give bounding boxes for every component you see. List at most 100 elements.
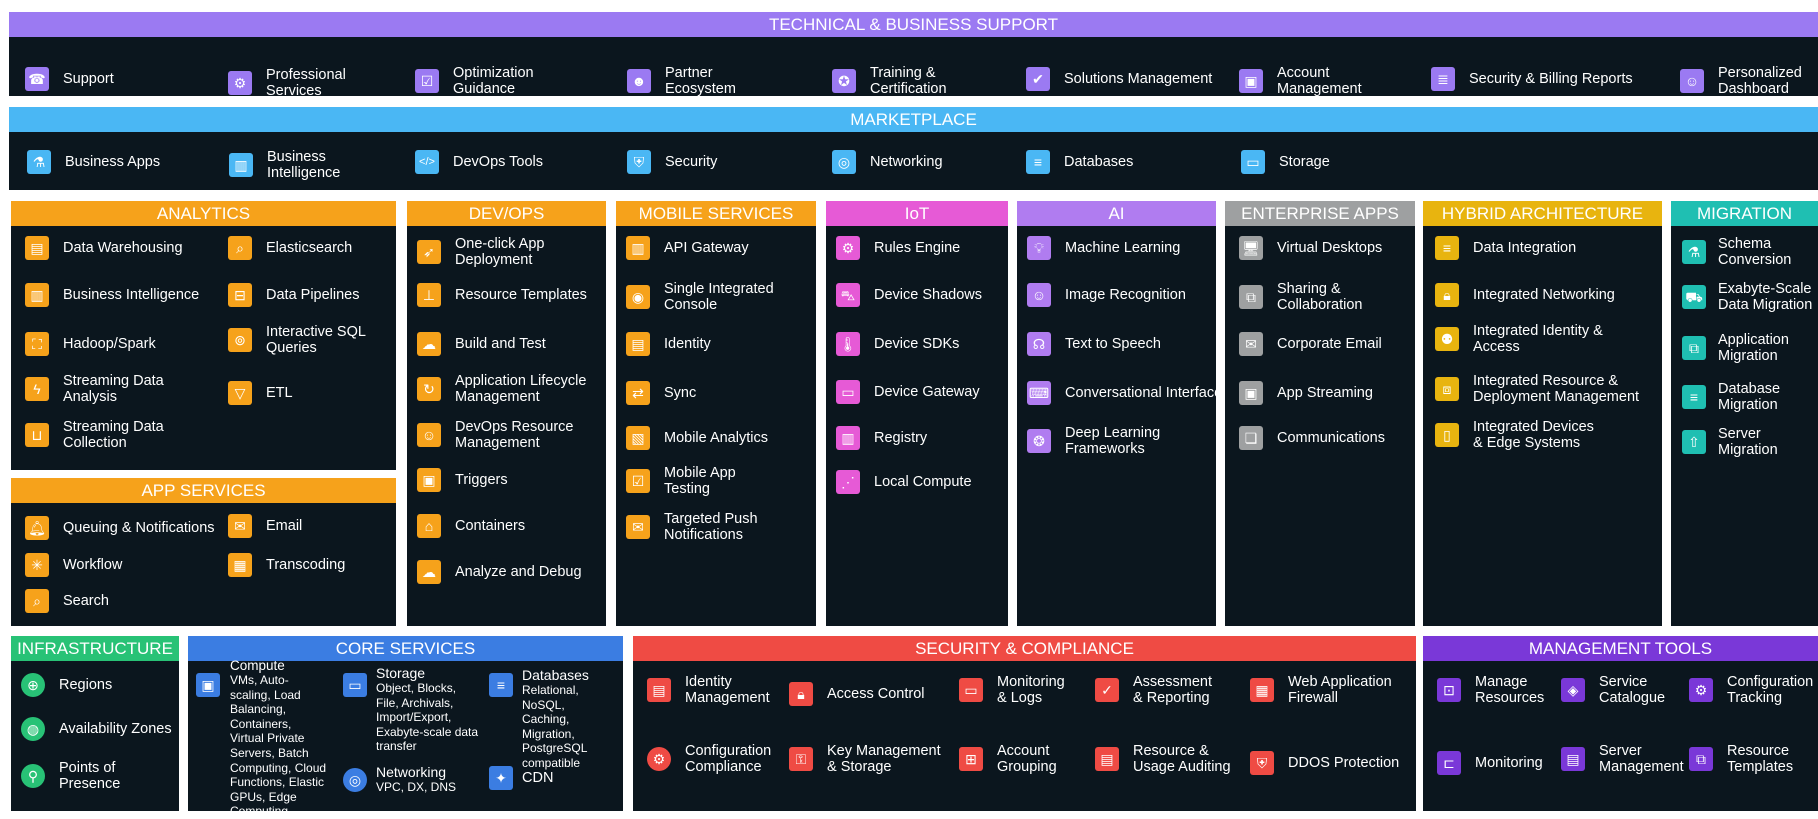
mgmt-item-server-management[interactable]: ▤ Server Management <box>1561 743 1684 775</box>
item-label: Application Lifecycle Management <box>455 373 587 405</box>
devops-item-lifecycle[interactable]: ↻ Application Lifecycle Management <box>417 373 586 405</box>
marketplace-item-devops-tools[interactable]: </> DevOps Tools <box>415 150 543 174</box>
sec-item-monitoring-logs[interactable]: ▭ Monitoring & Logs <box>959 674 1065 706</box>
analytics-item-streaming-collection[interactable]: ⊔ Streaming Data Collection <box>25 419 164 451</box>
marketplace-item-databases[interactable]: ≡ Databases <box>1026 150 1133 174</box>
infra-item-regions[interactable]: ⊕ Regions <box>21 673 112 697</box>
security-section: SECURITY & COMPLIANCE ▤ Identity Manageme… <box>633 636 1416 811</box>
migration-item-database[interactable]: ≡ Database Migration <box>1682 381 1780 413</box>
devops-item-build-test[interactable]: ☁ Build and Test <box>417 332 546 356</box>
mgmt-item-monitoring[interactable]: ⊏ Monitoring <box>1437 751 1543 775</box>
app-item-email[interactable]: ✉ Email <box>228 514 302 538</box>
sec-item-account-grouping[interactable]: ⊞ Account Grouping <box>959 743 1057 775</box>
support-item-security-billing-reports[interactable]: ≣ Security & Billing Reports <box>1431 67 1633 91</box>
app-item-search[interactable]: ⌕ Search <box>25 589 109 613</box>
support-item-account-management[interactable]: ▣ Account Management <box>1239 65 1362 97</box>
devops-item-one-click[interactable]: ➶ One-click App Deployment <box>417 236 544 268</box>
enterprise-item-app-streaming[interactable]: ▣ App Streaming <box>1239 381 1373 405</box>
analytics-item-hadoop-spark[interactable]: ⛶ Hadoop/Spark <box>25 332 156 356</box>
globe-icon: ⊕ <box>21 673 45 697</box>
mobile-item-testing[interactable]: ☑ Mobile App Testing <box>626 465 736 497</box>
devops-item-containers[interactable]: ⌂ Containers <box>417 514 525 538</box>
hybrid-item-data-integration[interactable]: ≡ Data Integration <box>1435 236 1576 260</box>
iot-item-registry[interactable]: ▥ Registry <box>836 426 927 450</box>
sec-item-waf[interactable]: ▦ Web Application Firewall <box>1250 674 1392 706</box>
support-item-label: Security & Billing Reports <box>1469 71 1633 87</box>
support-item-solutions-management[interactable]: ✔ Solutions Management <box>1026 67 1212 91</box>
core-item-cdn[interactable]: ✦ CDN <box>489 766 553 790</box>
analytics-item-streaming-analysis[interactable]: ϟ Streaming Data Analysis <box>25 373 164 405</box>
sec-item-config-compliance[interactable]: ⚙ Configuration Compliance <box>647 743 771 775</box>
enterprise-item-sharing[interactable]: ⧉ Sharing & Collaboration <box>1239 281 1362 313</box>
mgmt-item-manage-resources[interactable]: ⊡ Manage Resources <box>1437 674 1544 706</box>
marketplace-item-networking[interactable]: ◎ Networking <box>832 150 943 174</box>
ai-item-conversational[interactable]: ⌨ Conversational Interface <box>1027 381 1222 405</box>
analytics-item-interactive-sql[interactable]: ⊚ Interactive SQL Queries <box>228 324 366 356</box>
ai-item-image-recognition[interactable]: ☺ Image Recognition <box>1027 283 1186 307</box>
migration-item-server[interactable]: ⇧ Server Migration <box>1682 426 1778 458</box>
core-databases-desc: Relational, NoSQL, Caching, Migration, P… <box>522 683 588 770</box>
marketplace-item-business-apps[interactable]: ⚗ Business Apps <box>27 150 160 174</box>
migration-panel: ⚗ Schema Conversion ⛟ Exabyte-Scale Data M… <box>1671 226 1818 626</box>
mgmt-item-resource-templates[interactable]: ⧉ Resource Templates <box>1689 743 1793 775</box>
mgmt-item-service-catalogue[interactable]: ◈ Service Catalogue <box>1561 674 1665 706</box>
analytics-item-data-pipelines[interactable]: ⊟ Data Pipelines <box>228 283 360 307</box>
rocket-icon: ➶ <box>417 240 441 264</box>
sec-item-key-management[interactable]: ⚿ Key Management & Storage <box>789 743 941 775</box>
migration-item-application[interactable]: ⧉ Application Migration <box>1682 332 1789 364</box>
iot-item-device-sdks[interactable]: 🌡︎ Device SDKs <box>836 332 959 356</box>
app-item-workflow[interactable]: ✳ Workflow <box>25 553 122 577</box>
support-item-partner-ecosystem[interactable]: ☻ Partner Ecosystem <box>627 65 736 97</box>
sec-item-ddos[interactable]: ⛨ DDOS Protection <box>1250 751 1399 775</box>
hybrid-item-resource-deployment[interactable]: ⧈ Integrated Resource & Deployment Manage… <box>1435 373 1639 405</box>
app-item-transcoding[interactable]: ▦ Transcoding <box>228 553 345 577</box>
hybrid-item-devices-edge[interactable]: ▯ Integrated Devices & Edge Systems <box>1435 419 1594 451</box>
iot-item-device-gateway[interactable]: ▭ Device Gateway <box>836 380 980 404</box>
marketplace-item-storage[interactable]: ▭ Storage <box>1241 150 1330 174</box>
mobile-item-analytics[interactable]: ▧ Mobile Analytics <box>626 426 768 450</box>
support-item-training-certification[interactable]: ✪ Training & Certification <box>832 65 947 97</box>
migration-item-exabyte[interactable]: ⛟ Exabyte-Scale Data Migration <box>1682 281 1812 313</box>
hybrid-item-identity[interactable]: ⚉ Integrated Identity & Access <box>1435 323 1603 355</box>
mobile-item-push[interactable]: ✉ Targeted Push Notifications <box>626 511 758 543</box>
support-item-professional-services[interactable]: ⚙ Professional Services <box>228 67 346 99</box>
marketplace-item-security[interactable]: ⛨ Security <box>627 150 717 174</box>
mobile-item-identity[interactable]: ▤ Identity <box>626 332 711 356</box>
support-item-support[interactable]: ☎ Support <box>25 67 114 91</box>
support-item-optimization-guidance[interactable]: ☑ Optimization Guidance <box>415 65 534 97</box>
iot-item-device-shadows[interactable]: ⛍ Device Shadows <box>836 283 982 307</box>
mobile-item-sync[interactable]: ⇄ Sync <box>626 381 696 405</box>
analytics-item-etl[interactable]: ▽ ETL <box>228 381 293 405</box>
hybrid-item-networking[interactable]: 🔒︎ Integrated Networking <box>1435 283 1615 307</box>
identity-icon: ⚉ <box>1435 327 1459 351</box>
devops-item-resource-mgmt[interactable]: ☺ DevOps Resource Management <box>417 419 573 451</box>
support-item-personalized-dashboard[interactable]: ☺ Personalized Dashboard <box>1680 65 1802 97</box>
mobile-item-console[interactable]: ◉ Single Integrated Console <box>626 281 774 313</box>
sec-item-access-control[interactable]: 🔒︎ Access Control <box>789 682 925 706</box>
share-icon: ⧉ <box>1239 285 1263 309</box>
marketplace-item-business-intelligence[interactable]: ▥ Business Intelligence <box>229 149 340 181</box>
sec-item-identity-management[interactable]: ▤ Identity Management <box>647 674 770 706</box>
migration-item-schema[interactable]: ⚗ Schema Conversion <box>1682 236 1791 268</box>
enterprise-item-virtual-desktops[interactable]: 🖥︎ Virtual Desktops <box>1239 236 1382 260</box>
ai-item-deep-learning[interactable]: ❂ Deep Learning Frameworks <box>1027 425 1160 457</box>
iot-item-local-compute[interactable]: ⋰ Local Compute <box>836 470 972 494</box>
devops-item-analyze-debug[interactable]: ☁ Analyze and Debug <box>417 560 582 584</box>
mgmt-item-config-tracking[interactable]: ⚙ Configuration Tracking <box>1689 674 1813 706</box>
infra-item-availability-zones[interactable]: ◍ Availability Zones <box>21 717 172 741</box>
analytics-item-business-intelligence[interactable]: ▥ Business Intelligence <box>25 283 199 307</box>
iot-item-rules-engine[interactable]: ⚙ Rules Engine <box>836 236 960 260</box>
infra-item-points-of-presence[interactable]: ⚲ Points of Presence <box>21 760 120 792</box>
app-item-queuing[interactable]: 🔔︎ Queuing & Notifications <box>25 516 215 540</box>
devops-item-triggers[interactable]: ▣ Triggers <box>417 468 508 492</box>
sec-item-assessment[interactable]: ✓ Assessment & Reporting <box>1095 674 1212 706</box>
sec-item-usage-auditing[interactable]: ▤ Resource & Usage Auditing <box>1095 743 1231 775</box>
ai-item-text-to-speech[interactable]: ☊ Text to Speech <box>1027 332 1161 356</box>
enterprise-item-communications[interactable]: ❏ Communications <box>1239 426 1385 450</box>
analytics-item-elasticsearch[interactable]: ⌕ Elasticsearch <box>228 236 352 260</box>
devops-item-resource-templates[interactable]: ⊥ Resource Templates <box>417 283 587 307</box>
ai-item-machine-learning[interactable]: 💡︎ Machine Learning <box>1027 236 1180 260</box>
analytics-item-data-warehousing[interactable]: ▤ Data Warehousing <box>25 236 183 260</box>
mobile-item-api-gateway[interactable]: ▥ API Gateway <box>626 236 749 260</box>
enterprise-item-corporate-email[interactable]: ✉ Corporate Email <box>1239 332 1382 356</box>
